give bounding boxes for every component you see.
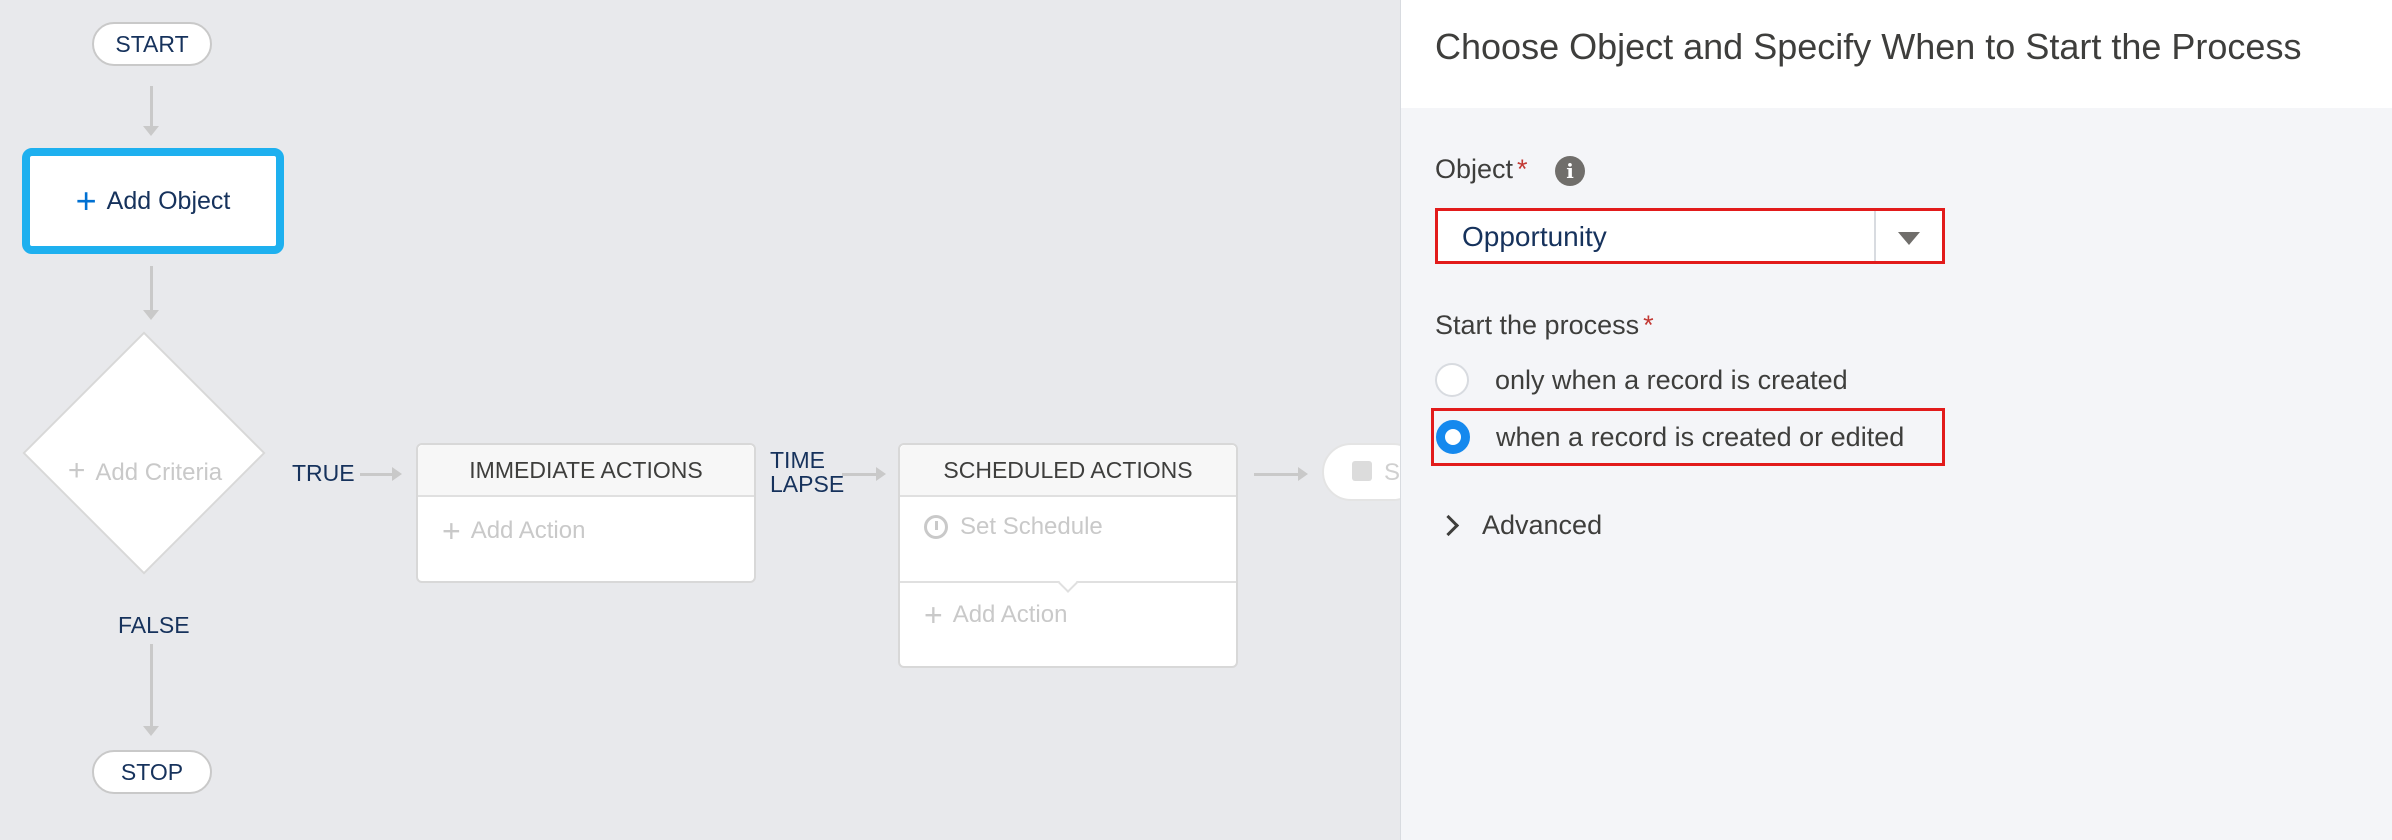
object-select[interactable]: Opportunity (1435, 208, 1945, 264)
stop-square-icon (1352, 461, 1372, 481)
add-object-button[interactable]: + Add Object (22, 148, 284, 254)
plus-icon: + (924, 597, 943, 633)
add-action-label: Add Action (470, 517, 586, 544)
scheduled-actions-box: SCHEDULED ACTIONS Set Schedule + Add Act… (898, 443, 1238, 668)
radio-button[interactable] (1435, 363, 1469, 397)
scheduled-actions-title: SCHEDULED ACTIONS (900, 445, 1236, 497)
arrow-time-lapse (842, 467, 886, 481)
radio-button-selected[interactable] (1436, 420, 1470, 454)
radio-option-created-or-edited[interactable]: when a record is created or edited (1431, 408, 1945, 466)
start-label: START (115, 30, 189, 57)
advanced-label: Advanced (1482, 510, 1603, 540)
plus-icon: + (75, 180, 97, 221)
false-label: FALSE (118, 612, 190, 638)
add-object-label: Add Object (106, 186, 231, 215)
panel-title: Choose Object and Specify When to Start … (1435, 26, 2302, 67)
partial-node-label: S (1384, 459, 1401, 486)
set-schedule-row[interactable]: Set Schedule (924, 513, 1103, 541)
caret-down-icon[interactable] (1898, 232, 1920, 245)
clock-icon (924, 515, 948, 539)
arrow-object-to-criteria (143, 266, 159, 320)
chevron-right-icon (1437, 514, 1460, 537)
radio-option-label: when a record is created or edited (1496, 421, 1905, 452)
time-lapse-label: TIME LAPSE (770, 447, 845, 497)
plus-icon: + (442, 513, 461, 549)
info-icon[interactable]: i (1555, 156, 1585, 186)
start-node: START (92, 22, 212, 66)
object-label: Object * (1435, 154, 1528, 184)
immediate-add-action[interactable]: + Add Action (442, 515, 585, 547)
pointer-notch (1058, 573, 1078, 593)
start-process-label: Start the process * (1435, 310, 1654, 340)
required-mark: * (1517, 154, 1528, 184)
required-mark: * (1643, 310, 1654, 340)
arrow-to-next (1254, 467, 1308, 481)
set-schedule-label: Set Schedule (960, 513, 1103, 540)
process-canvas: START + Add Object + Add Criteria TRUE FA… (0, 0, 1422, 840)
plus-icon: + (67, 454, 86, 487)
arrow-start-to-object (143, 86, 159, 136)
add-criteria-label: + Add Criteria (67, 454, 223, 487)
property-panel: Choose Object and Specify When to Start … (1400, 0, 2392, 840)
stop-label: STOP (120, 758, 184, 785)
select-divider (1874, 211, 1876, 261)
arrow-true (360, 467, 402, 481)
radio-option-label: only when a record is created (1495, 364, 1848, 395)
arrow-false (143, 644, 159, 736)
immediate-actions-title: IMMEDIATE ACTIONS (418, 445, 754, 497)
immediate-actions-box: IMMEDIATE ACTIONS + Add Action (416, 443, 756, 583)
panel-header: Choose Object and Specify When to Start … (1401, 0, 2392, 108)
radio-option-created[interactable]: only when a record is created (1435, 360, 1848, 400)
criteria-node[interactable] (22, 331, 266, 575)
scheduled-add-action[interactable]: + Add Action (924, 599, 1067, 631)
advanced-toggle[interactable]: Advanced (1437, 510, 1603, 541)
true-label: TRUE (292, 460, 355, 486)
stop-node: STOP (92, 750, 212, 794)
object-select-value: Opportunity (1462, 221, 1607, 252)
add-action-label: Add Action (952, 601, 1068, 628)
